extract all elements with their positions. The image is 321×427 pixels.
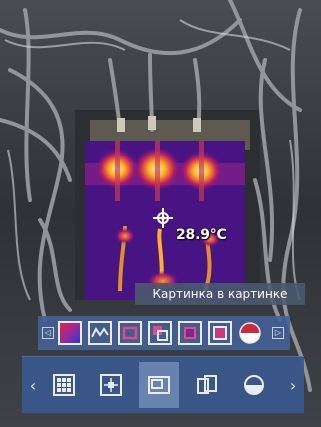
mode-side-by-side-button[interactable] bbox=[187, 362, 227, 408]
palette-inner-square-icon[interactable] bbox=[178, 321, 202, 345]
display-mode-bar: ‹ › bbox=[22, 356, 304, 413]
grid-icon bbox=[52, 374, 75, 396]
mode-tooltip: Картинка в картинке bbox=[135, 283, 305, 305]
palette-half-circle-icon[interactable] bbox=[238, 321, 262, 345]
palette-bar: ◁ ▷ bbox=[38, 316, 290, 350]
mode-next-chevron-icon[interactable]: › bbox=[282, 376, 304, 395]
palette-prev-button[interactable]: ◁ bbox=[42, 327, 54, 339]
mode-grid-button[interactable] bbox=[44, 362, 84, 408]
palette-zigzag-icon[interactable] bbox=[88, 321, 112, 345]
mode-picture-in-picture-button[interactable] bbox=[139, 362, 179, 408]
palette-square-white-icon[interactable] bbox=[208, 321, 232, 345]
blend-circle-icon bbox=[244, 375, 265, 395]
palette-split-icon[interactable] bbox=[148, 321, 172, 345]
temperature-readout: 28.9°C bbox=[176, 227, 227, 243]
palette-square-icon[interactable] bbox=[118, 321, 142, 345]
mode-blend-button[interactable] bbox=[235, 362, 275, 408]
palette-next-button[interactable]: ▷ bbox=[272, 327, 284, 339]
center-point-icon bbox=[100, 374, 123, 396]
mode-center-point-button[interactable] bbox=[91, 362, 131, 408]
crosshair-icon bbox=[153, 208, 173, 228]
palette-red-blue-icon[interactable] bbox=[58, 321, 82, 345]
mode-prev-chevron-icon[interactable]: ‹ bbox=[22, 376, 44, 395]
side-by-side-icon bbox=[196, 375, 217, 394]
picture-in-picture-icon bbox=[147, 376, 170, 394]
